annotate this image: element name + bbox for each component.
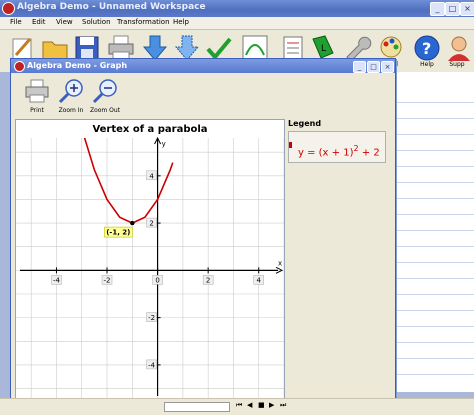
menu-help[interactable]: Help [173, 18, 189, 26]
parabola-chart[interactable]: Vertex of a parabola x y -4 -2 0 2 4 4 2 -2 -4 (-1, … [16, 120, 285, 398]
series-line-0 [83, 138, 174, 224]
support-icon[interactable] [444, 33, 474, 63]
graph-minimize-icon[interactable]: _ [353, 61, 366, 73]
zoom-in-icon [58, 79, 83, 104]
y-tick-label: -4 [148, 361, 156, 369]
x-tick-label: -4 [53, 276, 61, 284]
last-page-icon[interactable]: ⏭ [280, 401, 286, 410]
legend-title: Legend [288, 119, 322, 128]
graph-window-title: Algebra Demo - Graph [27, 61, 128, 70]
x-tick-label: 4 [256, 276, 261, 284]
prev-page-icon[interactable]: ◀ [247, 401, 252, 409]
printer-icon [25, 79, 49, 103]
window-title: Algebra Demo - Unnamed Workspace [17, 2, 206, 12]
zoom-out-label: Zoom Out [89, 107, 121, 114]
x-axis-label: x [278, 259, 282, 267]
navigation-controls[interactable]: ⏮ ◀ ■ ▶ ⏭ [236, 401, 306, 411]
minimize-icon[interactable]: _ [430, 2, 445, 16]
stop-icon[interactable]: ■ [258, 401, 265, 409]
status-bar: ⏮ ◀ ■ ▶ ⏭ [0, 398, 474, 415]
graph-window: Algebra Demo - Graph _ □ × Print Zoom In… [10, 58, 396, 400]
toolbar-label-help: Help [420, 61, 434, 68]
menu-solution[interactable]: Solution [82, 18, 111, 26]
legend-entry[interactable]: y = (x + 1)2 + 2 [288, 131, 386, 163]
legend-panel: Legend y = (x + 1)2 + 2 [287, 119, 391, 397]
worksheet-panel[interactable] [392, 72, 474, 392]
x-tick-label: 2 [206, 276, 210, 284]
legend-eq-tail: + 2 [361, 147, 380, 159]
y-tick-label: 4 [149, 172, 154, 180]
graph-app-icon [14, 61, 25, 72]
zoom-slider[interactable] [164, 402, 230, 412]
svg-text:L: L [321, 44, 326, 54]
plot-area[interactable]: Vertex of a parabola x y -4 -2 0 2 4 4 2 -2 -4 (-1, … [15, 119, 285, 399]
legend-equation: y = (x + 1)2 + 2 [298, 144, 380, 158]
zoom-in-button[interactable]: Zoom In [55, 76, 87, 118]
y-axis-label: y [162, 140, 166, 148]
zoom-out-icon [92, 79, 117, 104]
legend-swatch [289, 142, 292, 148]
y-tick-label: -2 [148, 314, 155, 322]
app-icon [2, 2, 15, 15]
next-page-icon[interactable]: ▶ [269, 401, 274, 409]
menu-file[interactable]: File [10, 18, 22, 26]
chart-title: Vertex of a parabola [92, 124, 207, 135]
toolbar-label-support: Supp [449, 61, 465, 68]
vertex-point [130, 220, 135, 226]
x-tick-label: 0 [155, 276, 159, 284]
maximize-icon[interactable]: □ [445, 2, 460, 16]
graph-maximize-icon[interactable]: □ [367, 61, 380, 73]
graph-title-bar: Algebra Demo - Graph _ □ × [11, 59, 395, 73]
menu-edit[interactable]: Edit [32, 18, 46, 26]
legend-eq-main: y = (x + 1) [298, 147, 354, 159]
menu-view[interactable]: View [56, 18, 73, 26]
first-page-icon[interactable]: ⏮ [236, 401, 242, 410]
menu-transformation[interactable]: Transformation [117, 18, 170, 26]
graph-close-icon[interactable]: × [381, 61, 394, 73]
svg-text:?: ? [422, 39, 431, 58]
close-icon[interactable]: × [460, 2, 474, 16]
vertex-label: (-1, 2) [106, 229, 130, 237]
zoom-out-button[interactable]: Zoom Out [89, 76, 121, 118]
x-tick-label: -2 [104, 276, 111, 284]
main-title-bar: Algebra Demo - Unnamed Workspace _ □ × [0, 0, 474, 17]
print-button[interactable]: Print [21, 76, 53, 118]
y-tick-label: 2 [149, 220, 153, 228]
legend-eq-exponent: 2 [353, 144, 359, 153]
menu-bar: File Edit View Solution Transformation H… [0, 17, 474, 30]
help-icon[interactable]: ? [412, 33, 442, 63]
